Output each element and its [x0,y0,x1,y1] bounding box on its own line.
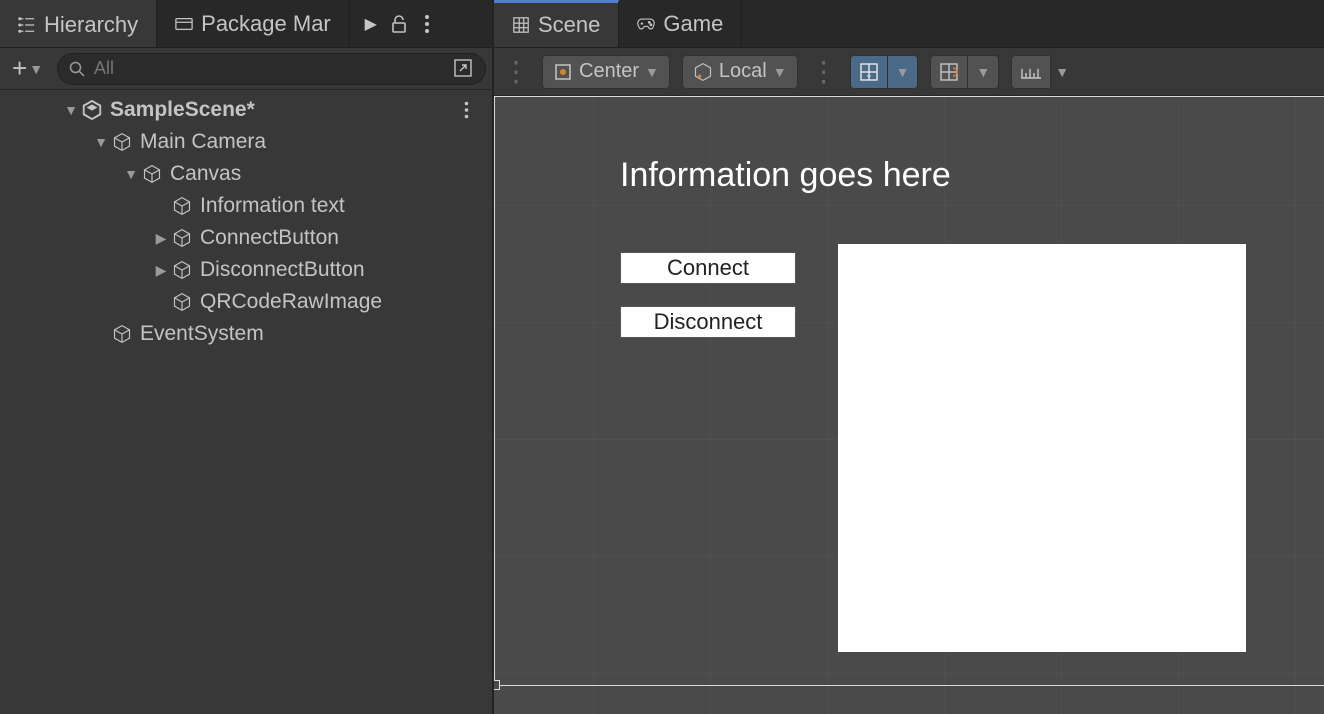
scene-grid-icon [512,16,530,34]
chevron-down-icon: ▼ [1055,64,1069,80]
expand-arrow-icon[interactable]: ▶ [152,262,170,279]
hierarchy-item-information-text[interactable]: Information text [0,190,492,222]
kebab-icon[interactable] [418,15,436,33]
hierarchy-item-label: SampleScene* [110,98,464,122]
space-local-icon [693,62,713,82]
chevron-down-icon: ▼ [976,64,990,80]
hierarchy-search[interactable] [57,53,486,85]
gameobject-cube-icon [110,130,134,154]
snap-increment-icon [939,62,959,82]
expand-arrow-icon[interactable]: ▼ [122,166,140,182]
hierarchy-item-qrcode-rawimage[interactable]: QRCodeRawImage [0,286,492,318]
gameobject-cube-icon [170,226,194,250]
lock-icon[interactable] [390,15,408,33]
hierarchy-item-main-camera[interactable]: ▼ Main Camera [0,126,492,158]
chevron-down-icon: ▼ [29,61,43,77]
package-icon [175,15,193,33]
toolbar-separator: ⋮ [502,55,530,88]
expand-arrow-icon[interactable]: ▼ [62,102,80,118]
tab-hierarchy-label: Hierarchy [44,12,138,38]
connect-button[interactable]: Connect [620,252,796,284]
hierarchy-item-disconnect-button[interactable]: ▶ DisconnectButton [0,254,492,286]
ruler-dropdown[interactable]: ▼ [1051,55,1073,89]
tab-game[interactable]: Game [619,0,742,47]
grid-snap-icon: Y [859,62,879,82]
gameobject-cube-icon [170,194,194,218]
chevron-down-icon: ▼ [896,64,910,80]
hierarchy-item-event-system[interactable]: EventSystem [0,318,492,350]
hierarchy-item-label: QRCodeRawImage [200,290,484,314]
hierarchy-toolbar: + ▼ [0,48,492,90]
gameobject-cube-icon [170,258,194,282]
pivot-mode-button[interactable]: Center ▼ [542,55,670,89]
hierarchy-item-label: Main Camera [140,130,484,154]
right-tabs: Scene Game [494,0,1324,48]
tab-scene[interactable]: Scene [494,0,619,47]
scene-panel: Scene Game ⋮ Center ▼ Local ▼ ⋮ [494,0,1324,714]
tab-overflow-arrow-icon[interactable]: ▶ [362,15,380,33]
pivot-mode-label: Center [579,60,639,83]
ruler-group: ▼ [1011,55,1073,89]
left-tabs: Hierarchy Package Mar ▶ [0,0,492,48]
grid-snap-dropdown[interactable]: ▼ [888,55,919,89]
expand-arrow-icon[interactable]: ▶ [152,230,170,247]
hierarchy-tree: ▼ SampleScene* ▼ Main Camera ▼ Canvas [0,90,492,354]
qrcode-raw-image[interactable] [838,244,1246,652]
tab-package-manager[interactable]: Package Mar [157,0,350,47]
expand-arrow-icon[interactable]: ▼ [92,134,110,150]
gameobject-cube-icon [170,290,194,314]
hierarchy-item-label: DisconnectButton [200,258,484,282]
canvas-resize-handle[interactable] [494,680,500,690]
plus-icon: + [12,53,27,84]
space-mode-button[interactable]: Local ▼ [682,55,798,89]
ruler-button[interactable] [1011,55,1051,89]
space-mode-label: Local [719,60,767,83]
hierarchy-item-canvas[interactable]: ▼ Canvas [0,158,492,190]
search-expand-icon[interactable] [453,58,475,80]
scene-viewport[interactable]: Information goes here Connect Disconnect [494,96,1324,714]
scene-toolbar: ⋮ Center ▼ Local ▼ ⋮ Y ▼ [494,48,1324,96]
tab-game-label: Game [663,11,723,37]
gameobject-cube-icon [110,322,134,346]
add-button[interactable]: + ▼ [6,51,49,86]
pivot-center-icon [553,62,573,82]
grid-toggle-group: Y ▼ [850,55,919,89]
tab-hierarchy[interactable]: Hierarchy [0,0,157,47]
hierarchy-panel: Hierarchy Package Mar ▶ + ▼ [0,0,494,714]
hierarchy-icon [18,16,36,34]
chevron-down-icon: ▼ [645,64,659,80]
snap-increment-group: ▼ [930,55,999,89]
hierarchy-scene-row[interactable]: ▼ SampleScene* [0,94,492,126]
hierarchy-item-label: EventSystem [140,322,484,346]
disconnect-button[interactable]: Disconnect [620,306,796,338]
search-input[interactable] [94,58,445,79]
hierarchy-item-label: Information text [200,194,484,218]
tab-scene-label: Scene [538,12,600,38]
chevron-down-icon: ▼ [773,64,787,80]
gameobject-cube-icon [140,162,164,186]
search-icon [68,60,86,78]
toolbar-separator: ⋮ [810,55,838,88]
svg-text:Y: Y [866,75,871,82]
snap-increment-button[interactable] [930,55,968,89]
tab-overflow-controls: ▶ [350,0,448,47]
kebab-icon[interactable] [464,101,484,119]
unity-scene-icon [80,98,104,122]
snap-increment-dropdown[interactable]: ▼ [968,55,999,89]
grid-snap-button[interactable]: Y [850,55,888,89]
hierarchy-item-label: Canvas [170,162,484,186]
hierarchy-item-connect-button[interactable]: ▶ ConnectButton [0,222,492,254]
information-text[interactable]: Information goes here [620,156,951,195]
hierarchy-item-label: ConnectButton [200,226,484,250]
ruler-icon [1020,64,1042,80]
gamepad-icon [637,15,655,33]
tab-package-manager-label: Package Mar [201,11,331,37]
